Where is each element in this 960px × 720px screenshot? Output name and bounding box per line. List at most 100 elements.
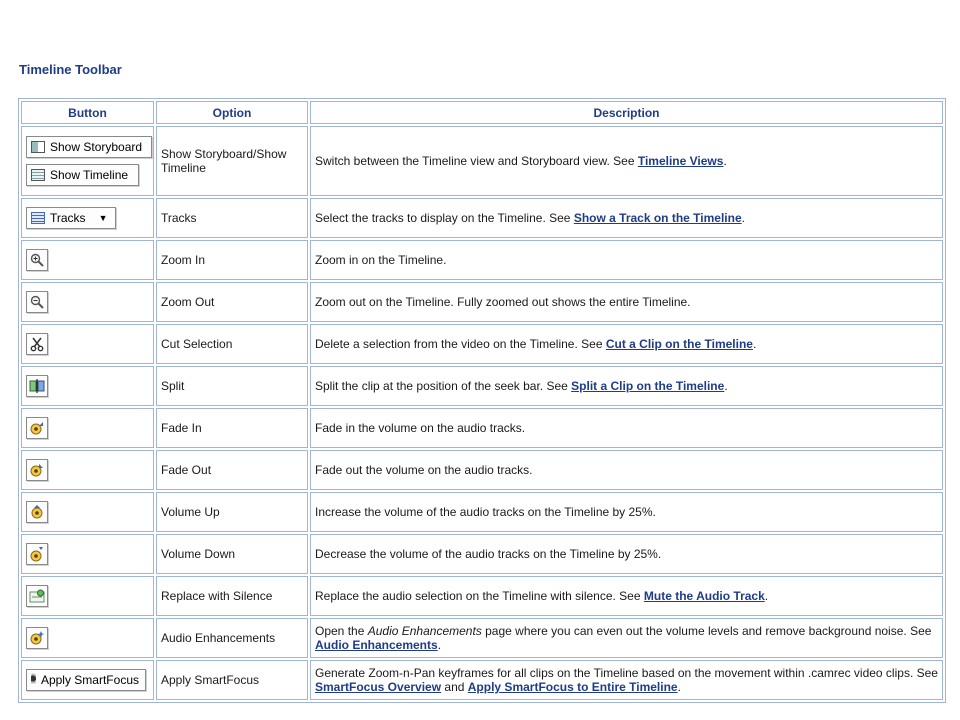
option-cell: Volume Up bbox=[156, 492, 308, 532]
timeline-toolbar-table: Button Option Description Show Storyboar… bbox=[18, 98, 946, 703]
show-storyboard-button[interactable]: Show Storyboard bbox=[26, 136, 152, 158]
description-cell: Select the tracks to display on the Time… bbox=[310, 198, 943, 238]
apply-smartfocus-label: Apply SmartFocus bbox=[40, 673, 139, 687]
table-row: Replace with Silence Replace the audio s… bbox=[21, 576, 943, 616]
description-end: . bbox=[724, 379, 728, 393]
description-end: . bbox=[677, 680, 681, 694]
button-cell: Show Storyboard Show Timeline bbox=[21, 126, 154, 196]
chevron-down-icon: ▼ bbox=[98, 213, 108, 223]
link-smartfocus-overview[interactable]: SmartFocus Overview bbox=[315, 680, 441, 694]
option-cell: Fade Out bbox=[156, 450, 308, 490]
button-cell bbox=[21, 492, 154, 532]
zoom-out-icon bbox=[30, 295, 44, 309]
description-cell: Split the clip at the position of the se… bbox=[310, 366, 943, 406]
storyboard-icon bbox=[31, 141, 45, 153]
silence-icon bbox=[29, 589, 45, 603]
description-end: . bbox=[723, 154, 727, 168]
table-row: Zoom In Zoom in on the Timeline. bbox=[21, 240, 943, 280]
link-timeline-views[interactable]: Timeline Views bbox=[638, 154, 724, 168]
description-text: and bbox=[441, 680, 468, 694]
column-header-description: Description bbox=[310, 101, 943, 124]
fade-out-icon bbox=[30, 464, 43, 477]
volume-up-button[interactable] bbox=[26, 501, 48, 523]
description-end: . bbox=[437, 638, 442, 652]
option-cell: Audio Enhancements bbox=[156, 618, 308, 658]
replace-with-silence-button[interactable] bbox=[26, 585, 48, 607]
description-cell: Open the Audio Enhancements page where y… bbox=[310, 618, 943, 658]
header-row: Button Option Description bbox=[21, 101, 943, 124]
audio-enhancements-button[interactable] bbox=[26, 627, 48, 649]
description-cell: Fade in the volume on the audio tracks. bbox=[310, 408, 943, 448]
description-text: Delete a selection from the video on the… bbox=[315, 337, 606, 351]
table-row: Volume Down Decrease the volume of the a… bbox=[21, 534, 943, 574]
show-timeline-button[interactable]: Show Timeline bbox=[26, 164, 139, 186]
table-row: Cut Selection Delete a selection from th… bbox=[21, 324, 943, 364]
link-show-track[interactable]: Show a Track on the Timeline bbox=[574, 211, 742, 225]
tracks-icon bbox=[31, 212, 45, 224]
description-cell: Increase the volume of the audio tracks … bbox=[310, 492, 943, 532]
tracks-label: Tracks bbox=[50, 211, 86, 225]
button-cell bbox=[21, 240, 154, 280]
description-cell: Decrease the volume of the audio tracks … bbox=[310, 534, 943, 574]
button-cell bbox=[21, 618, 154, 658]
description-text: Open the bbox=[315, 624, 368, 638]
description-cell: Replace the audio selection on the Timel… bbox=[310, 576, 943, 616]
description-text: Switch between the Timeline view and Sto… bbox=[315, 154, 638, 168]
button-cell bbox=[21, 450, 154, 490]
table-row: Split Split the clip at the position of … bbox=[21, 366, 943, 406]
zoom-in-button[interactable] bbox=[26, 249, 48, 271]
table-row: Audio Enhancements Open the Audio Enhanc… bbox=[21, 618, 943, 658]
link-cut-clip[interactable]: Cut a Clip on the Timeline bbox=[606, 337, 753, 351]
apply-smartfocus-button[interactable]: Apply SmartFocus bbox=[26, 669, 146, 691]
smartfocus-icon bbox=[31, 673, 36, 687]
cut-selection-button[interactable] bbox=[26, 333, 48, 355]
show-timeline-label: Show Timeline bbox=[50, 168, 129, 182]
option-cell: Zoom In bbox=[156, 240, 308, 280]
link-apply-smartfocus-timeline[interactable]: Apply SmartFocus to Entire Timeline bbox=[468, 680, 678, 694]
description-end: . bbox=[764, 589, 769, 603]
page-title: Timeline Toolbar bbox=[19, 62, 122, 77]
description-text: Generate Zoom-n-Pan keyframes for all cl… bbox=[315, 666, 938, 680]
description-text: Select the tracks to display on the Time… bbox=[315, 211, 574, 225]
button-cell bbox=[21, 282, 154, 322]
option-cell: Apply SmartFocus bbox=[156, 660, 308, 700]
fade-out-button[interactable] bbox=[26, 459, 48, 481]
split-icon bbox=[29, 379, 45, 393]
scissors-icon bbox=[30, 337, 44, 352]
button-cell bbox=[21, 366, 154, 406]
volume-down-button[interactable] bbox=[26, 543, 48, 565]
table-row: Tracks ▼ Tracks Select the tracks to dis… bbox=[21, 198, 943, 238]
table-row: Apply SmartFocus Apply SmartFocus Genera… bbox=[21, 660, 943, 700]
table-row: Zoom Out Zoom out on the Timeline. Fully… bbox=[21, 282, 943, 322]
table-row: Fade Out Fade out the volume on the audi… bbox=[21, 450, 943, 490]
option-cell: Volume Down bbox=[156, 534, 308, 574]
button-cell bbox=[21, 408, 154, 448]
fade-in-button[interactable] bbox=[26, 417, 48, 439]
description-emphasis: Audio Enhancements bbox=[367, 624, 482, 638]
description-cell: Zoom out on the Timeline. Fully zoomed o… bbox=[310, 282, 943, 322]
fade-in-icon bbox=[30, 422, 43, 435]
description-cell: Switch between the Timeline view and Sto… bbox=[310, 126, 943, 196]
volume-up-icon bbox=[31, 505, 43, 519]
description-cell: Delete a selection from the video on the… bbox=[310, 324, 943, 364]
button-cell bbox=[21, 534, 154, 574]
timeline-icon bbox=[31, 169, 45, 181]
description-text: page where you can even out the volume l… bbox=[481, 624, 932, 638]
link-audio-enhancements[interactable]: Audio Enhancements bbox=[315, 638, 438, 652]
column-header-button: Button bbox=[21, 101, 154, 124]
zoom-out-button[interactable] bbox=[26, 291, 48, 313]
table-row: Fade In Fade in the volume on the audio … bbox=[21, 408, 943, 448]
description-text: Replace the audio selection on the Timel… bbox=[315, 589, 644, 603]
column-header-option: Option bbox=[156, 101, 308, 124]
link-split-clip[interactable]: Split a Clip on the Timeline bbox=[571, 379, 724, 393]
tracks-dropdown-button[interactable]: Tracks ▼ bbox=[26, 207, 116, 229]
description-end: . bbox=[752, 337, 757, 351]
option-cell: Cut Selection bbox=[156, 324, 308, 364]
option-cell: Split bbox=[156, 366, 308, 406]
button-cell bbox=[21, 324, 154, 364]
link-mute-audio-track[interactable]: Mute the Audio Track bbox=[644, 589, 765, 603]
table-row: Show Storyboard Show Timeline Show Story… bbox=[21, 126, 943, 196]
split-button[interactable] bbox=[26, 375, 48, 397]
option-cell: Zoom Out bbox=[156, 282, 308, 322]
volume-down-icon bbox=[30, 547, 43, 562]
